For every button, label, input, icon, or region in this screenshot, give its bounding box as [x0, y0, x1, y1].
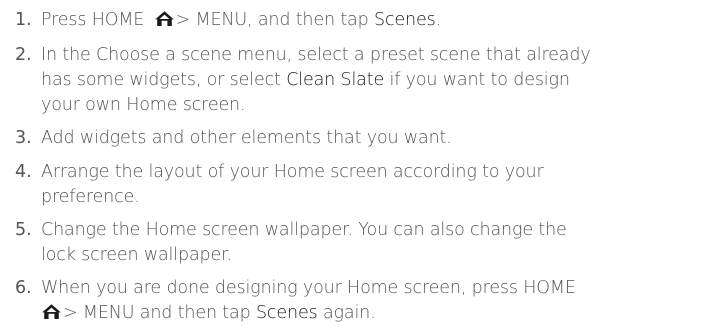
step-number: 1.: [15, 10, 32, 30]
step-text: Add widgets and other elements that you …: [41, 126, 681, 151]
step-line: Change the Home screen wallpaper. You ca…: [41, 220, 567, 240]
step-line: When you are done designing your Home sc…: [41, 278, 576, 298]
step-line: preference.: [41, 187, 140, 207]
step-line: In the Choose a scene menu, select a pre…: [41, 45, 591, 65]
text-run: if you want to design: [384, 70, 570, 90]
text-run: again.: [317, 303, 376, 323]
text-run: Press HOME: [41, 10, 150, 30]
step-line: Arrange the layout of your Home screen a…: [41, 162, 544, 182]
step-text: Arrange the layout of your Home screen a…: [41, 160, 681, 210]
step-text: Press HOME > MENU, and then tap Scenes.: [41, 8, 681, 33]
scenes-term: Scenes: [255, 303, 318, 323]
clean-slate-term: Clean Slate: [286, 70, 385, 90]
step-line: > MENU and then tap Scenes again.: [41, 301, 681, 326]
step-line: has some widgets, or select Clean Slate …: [41, 68, 681, 93]
step-line: Add widgets and other elements that you …: [41, 128, 452, 148]
step-number: 4.: [15, 162, 32, 182]
step-line: your own Home screen.: [41, 95, 246, 115]
step-text: In the Choose a scene menu, select a pre…: [41, 43, 681, 118]
home-icon: [154, 11, 174, 26]
step-text: When you are done designing your Home sc…: [41, 276, 681, 326]
text-run: has some widgets, or select: [41, 70, 287, 90]
home-icon: [42, 304, 61, 319]
step-number: 3.: [15, 128, 32, 148]
step-number: 5.: [15, 220, 32, 240]
scenes-term: Scenes: [374, 10, 436, 30]
step-line: Press HOME > MENU, and then tap Scenes.: [41, 8, 681, 33]
step-line: lock screen wallpaper.: [41, 245, 232, 265]
text-run: > MENU, and then tap: [175, 10, 374, 30]
text-run: > MENU and then tap: [63, 303, 256, 323]
step-text: Change the Home screen wallpaper. You ca…: [41, 218, 681, 268]
step-number: 2.: [15, 45, 32, 65]
text-run: .: [435, 10, 442, 30]
step-number: 6.: [15, 278, 32, 298]
